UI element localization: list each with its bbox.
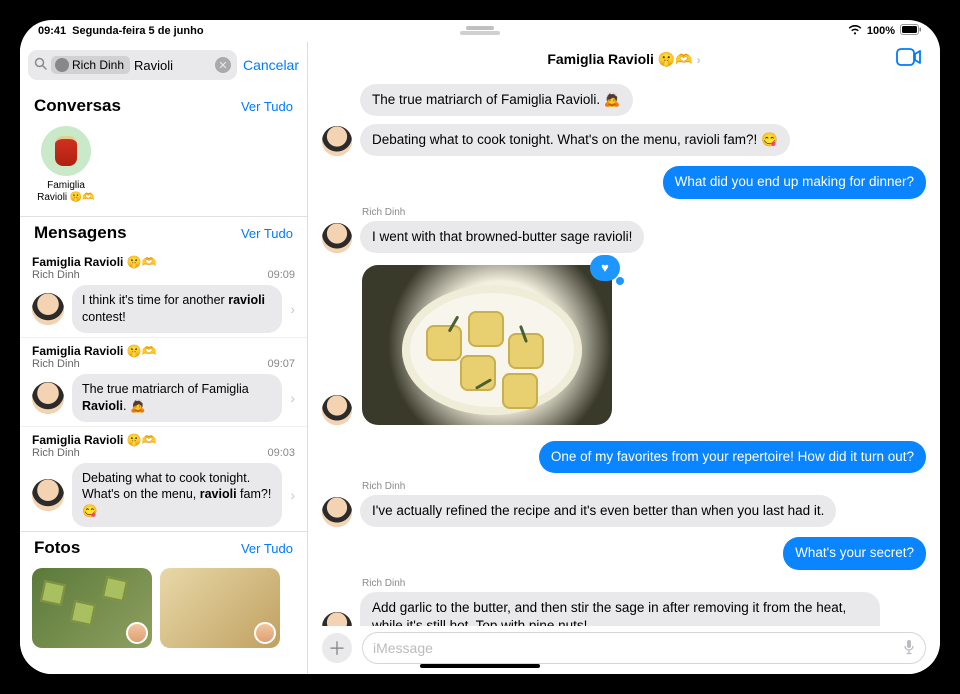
- avatar: [322, 395, 352, 425]
- status-date: Segunda-feira 5 de junho: [72, 25, 203, 37]
- message-bubble-in[interactable]: The true matriarch of Famiglia Ravioli. …: [360, 84, 633, 116]
- section-title-mensagens: Mensagens: [34, 223, 127, 243]
- dictate-icon[interactable]: [903, 639, 915, 658]
- sender-label: Rich Dinh: [362, 578, 926, 589]
- message-bubble-in[interactable]: I went with that browned-butter sage rav…: [360, 221, 644, 253]
- see-all-conversas[interactable]: Ver Tudo: [241, 99, 293, 114]
- message-preview: The true matriarch of Famiglia Ravioli. …: [72, 374, 282, 422]
- message-bubble-out[interactable]: One of my favorites from your repertoire…: [539, 441, 926, 473]
- message-result[interactable]: Famiglia Ravioli 🤫🫶 Rich Dinh 09:03 Deba…: [20, 426, 307, 532]
- avatar: [55, 58, 69, 72]
- status-time: 09:41: [38, 25, 66, 37]
- message-result[interactable]: Famiglia Ravioli 🤫🫶 Rich Dinh 09:07 The …: [20, 337, 307, 426]
- battery-icon: [900, 24, 922, 38]
- message-image[interactable]: ♥: [362, 265, 612, 425]
- conversation-result[interactable]: FamigliaRavioli 🤫🫶: [34, 126, 98, 204]
- message-group: Famiglia Ravioli 🤫🫶: [32, 433, 295, 447]
- message-time: 09:09: [267, 269, 295, 281]
- search-query-text[interactable]: Ravioli: [134, 58, 211, 73]
- message-bubble-in[interactable]: Debating what to cook tonight. What's on…: [360, 124, 790, 156]
- search-token-label: Rich Dinh: [72, 58, 124, 72]
- section-title-fotos: Fotos: [34, 538, 80, 558]
- message-time: 09:07: [267, 358, 295, 370]
- chat-scroll[interactable]: The true matriarch of Famiglia Ravioli. …: [308, 78, 940, 626]
- compose-placeholder: iMessage: [373, 640, 433, 656]
- message-bubble-in[interactable]: I've actually refined the recipe and it'…: [360, 495, 836, 527]
- chat-title[interactable]: Famiglia Ravioli 🤫🫶 ›: [547, 51, 700, 68]
- chat-header[interactable]: Famiglia Ravioli 🤫🫶 ›: [308, 42, 940, 78]
- avatar: [254, 622, 276, 644]
- message-sender: Rich Dinh: [32, 447, 80, 459]
- avatar: [322, 223, 352, 253]
- avatar: [32, 382, 64, 414]
- conversation-label: FamigliaRavioli 🤫🫶: [34, 180, 98, 204]
- see-all-mensagens[interactable]: Ver Tudo: [241, 226, 293, 241]
- chevron-right-icon: ›: [697, 53, 701, 67]
- message-group: Famiglia Ravioli 🤫🫶: [32, 344, 295, 358]
- facetime-button[interactable]: [896, 48, 922, 71]
- compose-input[interactable]: iMessage: [362, 632, 926, 664]
- tapback-love-icon[interactable]: ♥: [590, 255, 620, 281]
- message-result[interactable]: Famiglia Ravioli 🤫🫶 Rich Dinh 09:09 I th…: [20, 249, 307, 337]
- sender-label: Rich Dinh: [362, 481, 926, 492]
- photo-result[interactable]: [160, 568, 280, 648]
- message-preview: I think it's time for another ravioli co…: [72, 285, 282, 333]
- message-time: 09:03: [267, 447, 295, 459]
- chevron-right-icon: ›: [290, 301, 295, 317]
- search-contact-token[interactable]: Rich Dinh: [51, 56, 130, 74]
- avatar: [322, 126, 352, 156]
- avatar: [32, 293, 64, 325]
- message-bubble-out[interactable]: What's your secret?: [783, 537, 926, 569]
- message-bubble-in[interactable]: Add garlic to the butter, and then stir …: [360, 592, 880, 626]
- message-sender: Rich Dinh: [32, 358, 80, 370]
- battery-pct: 100%: [867, 25, 895, 37]
- group-avatar: [41, 126, 91, 176]
- chevron-right-icon: ›: [290, 390, 295, 406]
- chat-pane: Famiglia Ravioli 🤫🫶 › The true matriarch…: [308, 42, 940, 674]
- apps-button[interactable]: ＋: [322, 633, 352, 663]
- avatar: [126, 622, 148, 644]
- section-title-conversas: Conversas: [34, 96, 121, 116]
- search-icon: [34, 57, 47, 73]
- sidebar: Rich Dinh Ravioli ✕ Cancelar Conversas V…: [20, 42, 308, 674]
- avatar: [32, 479, 64, 511]
- message-sender: Rich Dinh: [32, 269, 80, 281]
- search-input[interactable]: Rich Dinh Ravioli ✕: [28, 50, 237, 80]
- multitask-indicator-icon[interactable]: [466, 26, 494, 30]
- avatar: [322, 497, 352, 527]
- clear-search-button[interactable]: ✕: [215, 57, 231, 73]
- photo-result[interactable]: [32, 568, 152, 648]
- message-group: Famiglia Ravioli 🤫🫶: [32, 255, 295, 269]
- multitask-indicator-icon[interactable]: [460, 31, 500, 35]
- message-bubble-out[interactable]: What did you end up making for dinner?: [663, 166, 926, 198]
- chevron-right-icon: ›: [290, 487, 295, 503]
- message-preview: Debating what to cook tonight. What's on…: [72, 463, 282, 528]
- cancel-button[interactable]: Cancelar: [243, 57, 299, 73]
- avatar: [322, 612, 352, 626]
- home-indicator[interactable]: [420, 664, 540, 668]
- see-all-fotos[interactable]: Ver Tudo: [241, 541, 293, 556]
- wifi-icon: [848, 25, 862, 38]
- sender-label: Rich Dinh: [362, 207, 926, 218]
